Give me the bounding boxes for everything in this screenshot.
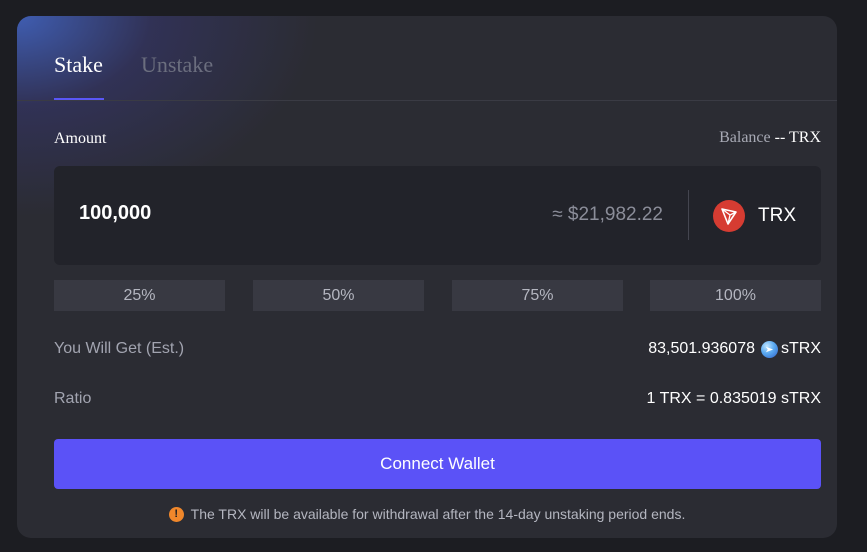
connect-wallet-button[interactable]: Connect Wallet (54, 439, 821, 489)
notice-text: The TRX will be available for withdrawal… (190, 506, 686, 522)
unstaking-notice: ! The TRX will be available for withdraw… (17, 506, 837, 522)
percent-75-button[interactable]: 75% (452, 280, 623, 311)
percent-25-button[interactable]: 25% (54, 280, 225, 311)
you-will-get-token: sTRX (781, 340, 821, 357)
you-will-get-value: 83,501.936078 sTRX (648, 340, 821, 358)
token-selector[interactable]: TRX (713, 199, 796, 233)
input-divider (688, 190, 689, 240)
percent-100-button[interactable]: 100% (650, 280, 821, 311)
amount-input-box: ≈ $21,982.22 TRX (54, 166, 821, 265)
usd-estimate: ≈ $21,982.22 (552, 204, 663, 225)
tab-bar: Stake Unstake (17, 16, 837, 101)
tron-icon (713, 200, 745, 232)
active-tab-indicator (54, 98, 104, 100)
warning-icon: ! (168, 506, 184, 522)
stake-card: Stake Unstake Amount Balance -- TRX ≈ $2… (17, 16, 837, 538)
token-name: TRX (758, 205, 796, 226)
strx-icon (761, 340, 778, 358)
you-will-get-label: You Will Get (Est.) (54, 340, 185, 357)
you-will-get-amount: 83,501.936078 (648, 340, 755, 357)
amount-label: Amount (54, 130, 107, 147)
amount-input[interactable] (79, 202, 379, 225)
tab-unstake[interactable]: Unstake (141, 52, 213, 78)
percent-buttons: 25% 50% 75% 100% (54, 280, 821, 311)
percent-50-button[interactable]: 50% (253, 280, 424, 311)
balance-label: Balance (719, 129, 771, 146)
ratio-label: Ratio (54, 390, 92, 407)
ratio-value: 1 TRX = 0.835019 sTRX (646, 390, 821, 407)
balance-display: Balance -- TRX (719, 129, 821, 147)
tab-stake[interactable]: Stake (54, 52, 103, 78)
balance-value: -- TRX (774, 129, 821, 146)
